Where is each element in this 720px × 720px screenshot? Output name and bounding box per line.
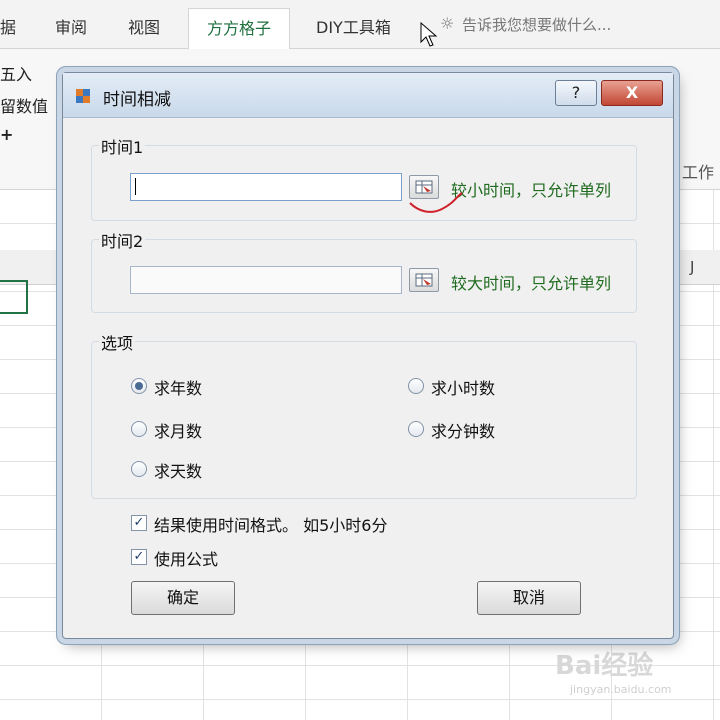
tab-diy-toolbox[interactable]: DIY工具箱 — [316, 14, 391, 38]
time2-label: 时间2 — [99, 228, 146, 252]
radio-minutes[interactable] — [408, 421, 424, 437]
checkbox-use-formula[interactable]: ✓ — [131, 549, 147, 565]
time2-input[interactable] — [130, 266, 402, 294]
lightbulb-icon: ☼ — [440, 14, 455, 33]
help-button[interactable]: ? — [555, 80, 597, 106]
watermark-url: jingyan.baidu.com — [570, 683, 672, 696]
radio-years-label[interactable]: 求年数 — [154, 375, 202, 399]
radio-months[interactable] — [131, 421, 147, 437]
time-subtract-dialog: 时间相减 ? X 时间1 较小时间，只允许单列 时间2 较大时间，只允许单列 选… — [62, 72, 674, 639]
radio-minutes-label[interactable]: 求分钟数 — [431, 418, 495, 442]
ribbon-label-keep-values[interactable]: 留数值 — [0, 93, 48, 117]
ribbon-group-label-workbook: 工作 — [682, 163, 715, 182]
watermark-logo: Bai经验 — [555, 651, 654, 681]
red-annotation-mark — [409, 192, 463, 213]
tab-review[interactable]: 审阅 — [55, 14, 87, 38]
time1-hint: 较小时间，只允许单列 — [451, 181, 612, 200]
checkbox-time-format[interactable]: ✓ — [131, 515, 147, 531]
column-header-j[interactable]: J — [690, 258, 694, 276]
options-label: 选项 — [99, 330, 136, 354]
checkbox-time-format-label[interactable]: 结果使用时间格式。 如5小时6分 — [154, 512, 387, 536]
cancel-button[interactable]: 取消 — [477, 581, 581, 615]
range-select-icon — [415, 273, 433, 287]
radio-days[interactable] — [131, 461, 147, 477]
radio-hours[interactable] — [408, 378, 424, 394]
tab-fangfang-gezi[interactable]: 方方格子 — [188, 8, 291, 49]
time2-range-picker-button[interactable] — [409, 268, 439, 292]
dialog-title: 时间相减 — [103, 90, 171, 110]
plus-icon[interactable]: + — [0, 125, 13, 144]
tab-data[interactable]: 据 — [0, 14, 16, 38]
radio-years[interactable] — [131, 378, 147, 394]
radio-days-label[interactable]: 求天数 — [154, 458, 202, 482]
ribbon-label-round[interactable]: 五入 — [0, 61, 32, 85]
dialog-titlebar[interactable]: 时间相减 ? X — [63, 73, 673, 118]
time1-label: 时间1 — [99, 134, 146, 158]
tab-view[interactable]: 视图 — [128, 14, 160, 38]
radio-hours-label[interactable]: 求小时数 — [431, 375, 495, 399]
ribbon-tab-bar: 据 审阅 视图 方方格子 DIY工具箱 ☼ 告诉我您想要做什么... — [0, 0, 720, 49]
text-caret — [135, 178, 136, 195]
checkbox-use-formula-label[interactable]: 使用公式 — [154, 546, 218, 570]
tell-me-search[interactable]: 告诉我您想要做什么... — [462, 14, 611, 35]
radio-months-label[interactable]: 求月数 — [154, 418, 202, 442]
close-button[interactable]: X — [601, 80, 663, 106]
app-icon — [76, 89, 90, 103]
time1-input[interactable] — [130, 173, 402, 201]
ok-button[interactable]: 确定 — [131, 581, 235, 615]
active-cell[interactable] — [0, 280, 28, 314]
time2-hint: 较大时间，只允许单列 — [451, 274, 612, 293]
mouse-cursor-icon — [420, 22, 438, 47]
